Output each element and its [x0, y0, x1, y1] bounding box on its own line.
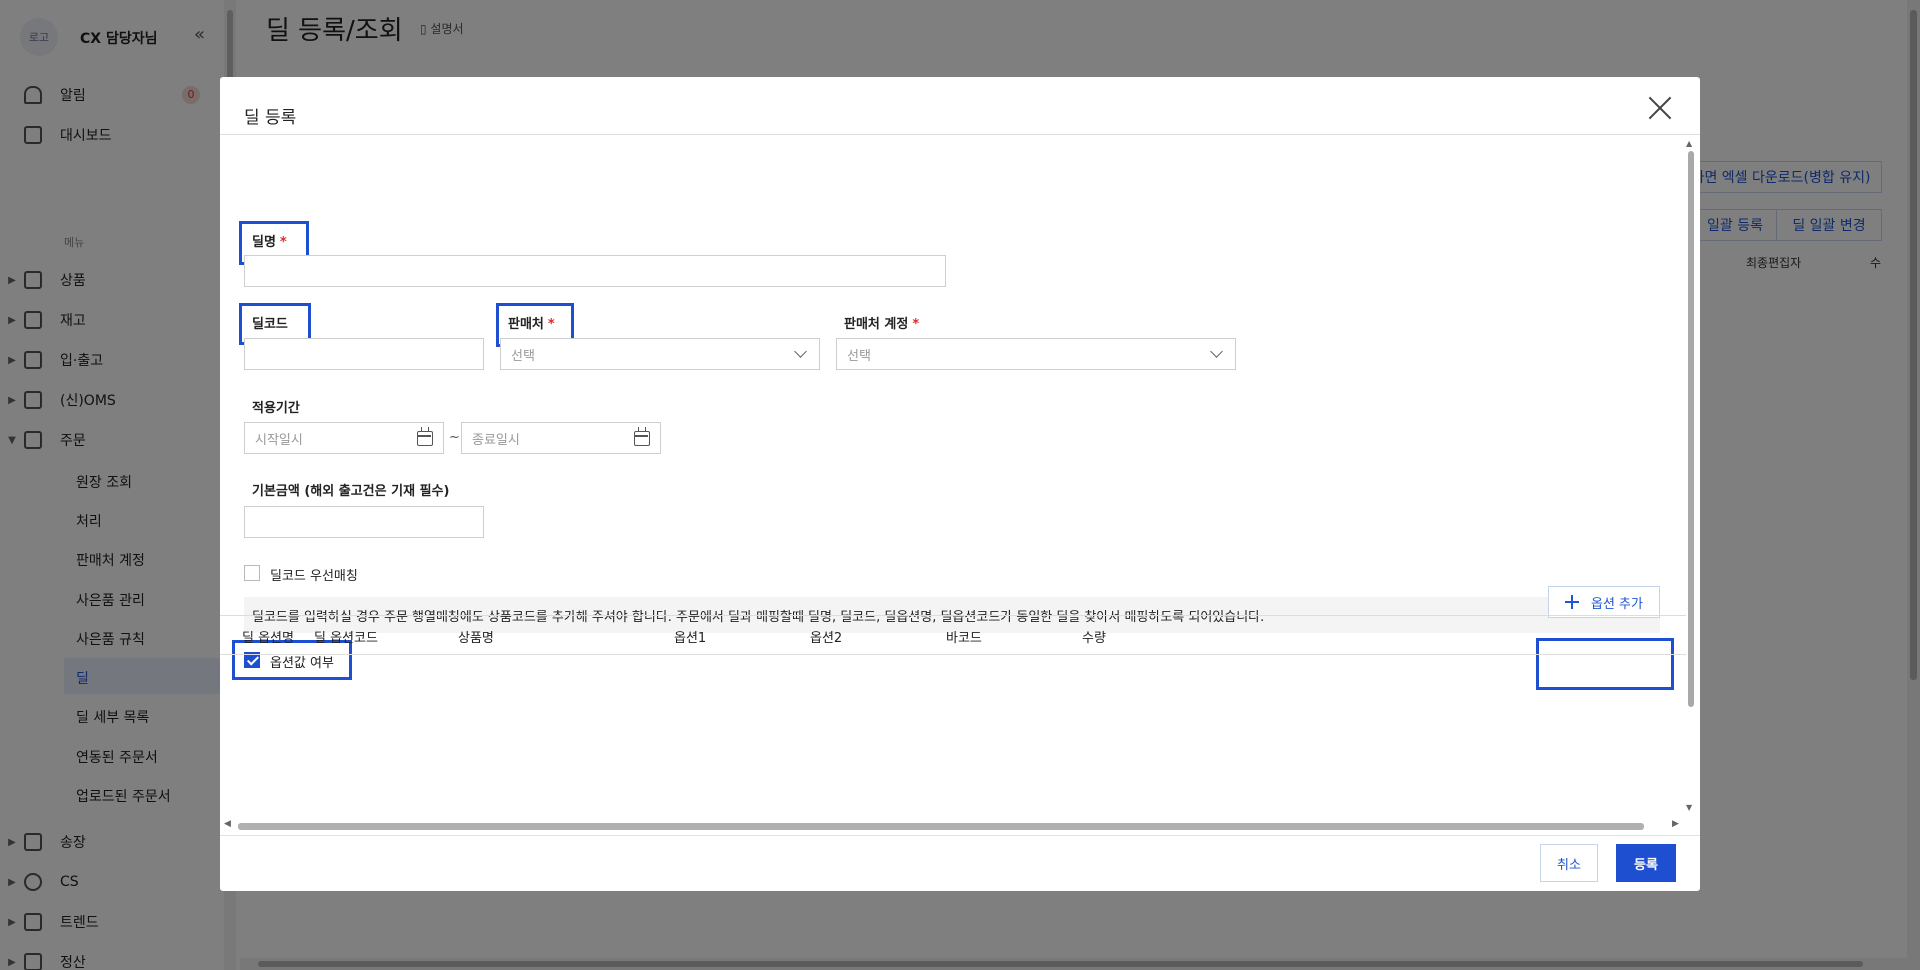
table-header-top-line — [220, 615, 1686, 616]
scroll-right-arrow[interactable]: ▶ — [1672, 819, 1679, 829]
col-product-name: 상품명 — [458, 631, 494, 646]
end-date-input[interactable]: 종료일시 — [461, 422, 661, 454]
seller-select[interactable]: 선택 — [500, 338, 820, 370]
seller-account-label: 판매처 계정 * — [844, 313, 919, 332]
table-header-bottom-line — [220, 654, 1686, 655]
modal-title: 딜 등록 — [244, 108, 297, 128]
divider — [220, 835, 1700, 836]
modal-vscrollbar-thumb[interactable] — [1688, 151, 1694, 707]
highlight-box — [1536, 638, 1674, 690]
scroll-down-arrow[interactable]: ▼ — [1686, 803, 1692, 812]
seller-account-select-value: 선택 — [847, 348, 871, 364]
col-deal-option-name: 딜 옵션명 — [242, 631, 294, 646]
col-deal-option-code: 딜 옵션코드 — [314, 631, 378, 646]
scroll-up-arrow[interactable]: ▲ — [1686, 139, 1692, 148]
modal-hscrollbar-thumb[interactable] — [238, 823, 1644, 830]
close-icon[interactable] — [1646, 95, 1674, 123]
calendar-icon[interactable] — [417, 427, 433, 446]
base-amount-input[interactable] — [244, 506, 484, 538]
col-barcode: 바코드 — [946, 631, 982, 646]
start-date-placeholder: 시작일시 — [255, 432, 303, 448]
add-option-label: 옵션 추가 — [1591, 596, 1643, 612]
priority-match-label[interactable]: 딜코드 우선매칭 — [270, 565, 358, 584]
col-option2: 옵션2 — [810, 631, 843, 646]
scroll-left-arrow[interactable]: ◀ — [224, 819, 231, 829]
deal-name-input[interactable] — [244, 255, 946, 287]
col-quantity: 수량 — [1082, 631, 1106, 646]
start-date-input[interactable]: 시작일시 — [244, 422, 444, 454]
deal-code-input[interactable] — [244, 338, 484, 370]
end-date-placeholder: 종료일시 — [472, 432, 520, 448]
plus-icon — [1565, 595, 1579, 609]
submit-button[interactable]: 등록 — [1616, 844, 1676, 882]
col-option1: 옵션1 — [674, 631, 707, 646]
seller-select-value: 선택 — [511, 348, 535, 364]
seller-account-label-text: 판매처 계정 — [844, 317, 909, 332]
chevron-down-icon — [1210, 345, 1223, 358]
deal-register-modal: 딜 등록 딜명 * 딜코드 판매처 * 선택 판매처 계정 * 선택 적용기간 시작일… — [220, 77, 1700, 891]
modal-body: 딜명 * 딜코드 판매처 * 선택 판매처 계정 * 선택 적용기간 시작일시 ~ 종… — [220, 135, 1686, 821]
period-label: 적용기간 — [252, 401, 300, 416]
calendar-icon[interactable] — [634, 427, 650, 446]
add-option-button[interactable]: 옵션 추가 — [1548, 586, 1660, 618]
required-mark: * — [912, 317, 920, 332]
priority-match-checkbox[interactable] — [244, 565, 260, 581]
chevron-down-icon — [794, 345, 807, 358]
base-amount-label: 기본금액 (해외 출고건은 기재 필수) — [252, 484, 450, 499]
date-separator: ~ — [449, 430, 460, 445]
cancel-button[interactable]: 취소 — [1540, 844, 1598, 882]
seller-account-select[interactable]: 선택 — [836, 338, 1236, 370]
